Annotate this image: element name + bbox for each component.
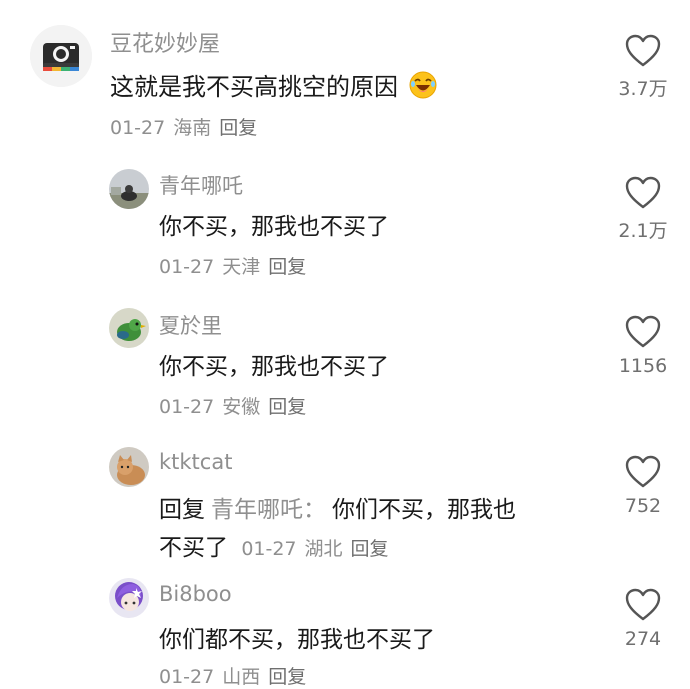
avatar[interactable] <box>109 308 149 348</box>
comment-location: 海南 <box>173 117 212 139</box>
cat-avatar-icon <box>109 447 149 487</box>
heart-icon <box>625 176 661 209</box>
comment-date: 01-27 <box>241 538 297 560</box>
comment-text: 这就是我不买高挑空的原因 <box>110 67 438 106</box>
comment-location: 天津 <box>222 256 261 278</box>
reply-button[interactable]: 回复 <box>351 538 389 560</box>
comment-body: 你们不买，那我也 <box>332 497 516 523</box>
anime-avatar-icon <box>109 578 149 618</box>
like-button[interactable]: 274 <box>603 588 683 650</box>
avatar[interactable] <box>109 169 149 209</box>
reply-button[interactable]: 回复 <box>268 396 306 418</box>
like-button[interactable]: 3.7万 <box>603 34 683 101</box>
reply-target-username[interactable]: 青年哪吒： <box>211 497 326 523</box>
reply-button[interactable]: 回复 <box>219 117 257 139</box>
comment-text: 你们都不买，那我也不买了 <box>159 627 435 653</box>
reply-button[interactable]: 回复 <box>268 666 306 688</box>
username[interactable]: ktktcat <box>159 450 232 474</box>
comment-location: 山西 <box>222 666 261 688</box>
like-count: 3.7万 <box>618 78 668 100</box>
reply-prefix: 回复 <box>159 497 205 523</box>
like-button[interactable]: 1156 <box>603 315 683 377</box>
comment-body: 不买了 <box>159 535 228 561</box>
like-count: 2.1万 <box>618 220 668 242</box>
avatar[interactable] <box>109 447 149 487</box>
camera-icon <box>30 25 92 87</box>
comment-text: 你不买，那我也不买了 <box>159 354 389 380</box>
comment-body: 这就是我不买高挑空的原因 <box>110 73 398 101</box>
username[interactable]: 夏於里 <box>159 310 222 340</box>
comment-date: 01-27 <box>159 256 215 278</box>
comment-date: 01-27 <box>159 666 215 688</box>
comment-date: 01-27 <box>159 396 215 418</box>
username[interactable]: 青年哪吒 <box>159 170 243 200</box>
comment-meta: 01-27 湖北 回复 <box>241 538 396 560</box>
comment-meta: 01-27 海南 回复 <box>110 113 265 140</box>
like-count: 752 <box>624 495 662 517</box>
comment-date: 01-27 <box>110 117 166 139</box>
laughing-emoji-icon <box>408 70 438 106</box>
heart-icon <box>625 315 661 348</box>
heart-icon <box>625 588 661 621</box>
username[interactable]: Bi8boo <box>159 582 232 606</box>
heart-icon <box>625 455 661 488</box>
bird-avatar-icon <box>109 308 149 348</box>
comment-text: 回复 青年哪吒： 你们不买，那我也 <box>159 490 516 524</box>
like-button[interactable]: 2.1万 <box>603 176 683 243</box>
reply-button[interactable]: 回复 <box>268 256 306 278</box>
like-count: 274 <box>624 628 662 650</box>
username[interactable]: 豆花妙妙屋 <box>110 26 220 58</box>
comment-meta: 01-27 山西 回复 <box>159 662 314 689</box>
like-button[interactable]: 752 <box>603 455 683 517</box>
comment-text: 你不买，那我也不买了 <box>159 214 389 240</box>
avatar[interactable] <box>109 578 149 618</box>
comment-meta: 01-27 安徽 回复 <box>159 392 314 419</box>
comment-location: 安徽 <box>222 396 261 418</box>
comment-meta: 01-27 天津 回复 <box>159 252 314 279</box>
like-count: 1156 <box>618 355 668 377</box>
comment-text-line2: 不买了 01-27 湖北 回复 <box>159 528 397 562</box>
photo-avatar-icon <box>109 169 149 209</box>
comment-location: 湖北 <box>304 538 343 560</box>
avatar[interactable] <box>30 25 92 87</box>
heart-icon <box>625 34 661 67</box>
